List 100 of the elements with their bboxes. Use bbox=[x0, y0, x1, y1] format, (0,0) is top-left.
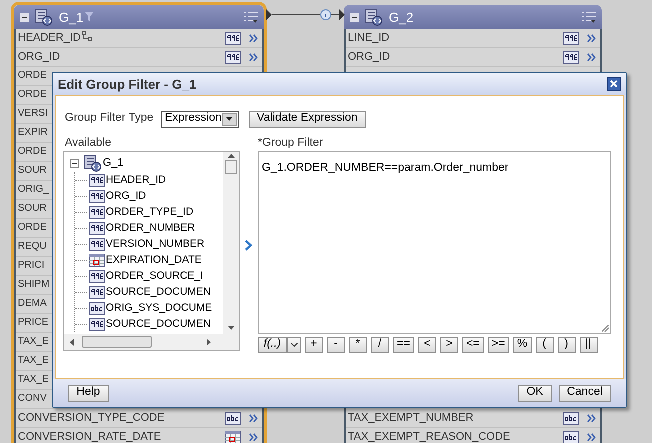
double-chevron-icon[interactable] bbox=[587, 52, 596, 62]
operator-button[interactable]: * bbox=[349, 337, 367, 353]
tree-item[interactable]: ORG_ID bbox=[106, 190, 146, 202]
scroll-left-arrow-icon[interactable] bbox=[70, 338, 74, 346]
field-name: ORIG_ bbox=[18, 185, 50, 195]
menu-icon[interactable] bbox=[244, 12, 258, 22]
field-name: DEMA bbox=[18, 299, 47, 309]
move-right-icon[interactable] bbox=[245, 240, 253, 251]
operator-button[interactable]: > bbox=[440, 337, 458, 353]
dialog-title: Edit Group Filter - G_1 bbox=[58, 78, 197, 90]
tree-item[interactable]: G_1 bbox=[103, 158, 124, 169]
operator-button[interactable]: / bbox=[371, 337, 389, 353]
function-dropdown-button[interactable] bbox=[287, 337, 301, 353]
link-connector[interactable] bbox=[266, 8, 346, 22]
field-name: CONVERSION_RATE_DATE bbox=[18, 432, 162, 442]
field-name: HEADER_ID bbox=[18, 32, 81, 44]
field-row[interactable]: ORG_ID bbox=[346, 48, 600, 67]
field-row[interactable]: LINE_ID bbox=[346, 29, 600, 48]
help-button[interactable]: Help bbox=[68, 384, 109, 402]
field-row[interactable]: ORG_ID bbox=[16, 48, 262, 67]
filter-type-label: Group Filter Type bbox=[64, 111, 155, 126]
field-name: ORDE bbox=[18, 223, 47, 233]
operator-button[interactable]: || bbox=[580, 337, 598, 353]
tree-item[interactable]: ORIG_SYS_DOCUME bbox=[106, 302, 212, 314]
horizontal-scrollbar[interactable] bbox=[64, 334, 239, 350]
data-group-icon bbox=[365, 8, 383, 26]
tree-item[interactable]: EXPIRATION_DATE bbox=[106, 254, 202, 266]
double-chevron-icon[interactable] bbox=[249, 432, 258, 442]
double-chevron-icon[interactable] bbox=[249, 414, 258, 422]
dropdown-arrow-icon bbox=[226, 117, 233, 121]
scroll-down-arrow-icon[interactable] bbox=[228, 326, 234, 330]
operator-button[interactable]: < bbox=[418, 337, 436, 353]
operator-button[interactable]: % bbox=[513, 337, 532, 353]
cancel-button[interactable]: Cancel bbox=[559, 384, 611, 402]
field-name: PRICE bbox=[18, 318, 49, 328]
operator-button[interactable]: ) bbox=[558, 337, 576, 353]
double-chevron-icon[interactable] bbox=[249, 34, 258, 42]
double-chevron-icon[interactable] bbox=[249, 52, 258, 62]
field-row[interactable]: CONVERSION_RATE_DATE bbox=[16, 428, 262, 443]
group-filter-label: *Group Filter bbox=[258, 138, 324, 150]
collapse-icon[interactable] bbox=[20, 12, 29, 22]
scrollbar-thumb[interactable] bbox=[225, 160, 237, 174]
operator-button[interactable]: + bbox=[305, 337, 323, 353]
collapse-icon[interactable] bbox=[70, 159, 79, 168]
operator-button[interactable]: ( bbox=[536, 337, 554, 353]
close-button[interactable] bbox=[607, 77, 621, 91]
scroll-right-arrow-icon[interactable] bbox=[207, 338, 211, 346]
field-name: SHIPM bbox=[18, 280, 50, 290]
tree-item[interactable]: ORDER_NUMBER bbox=[106, 222, 196, 234]
double-chevron-icon[interactable] bbox=[587, 432, 596, 442]
tree-item[interactable]: ORDER_SOURCE_I bbox=[106, 270, 204, 282]
operator-button[interactable]: == bbox=[393, 337, 414, 353]
collapse-icon[interactable] bbox=[350, 12, 359, 22]
field-name: ORDE bbox=[18, 147, 47, 157]
validate-expression-button[interactable]: Validate Expression bbox=[249, 110, 366, 128]
group-filter-textarea[interactable]: G_1.ORDER_NUMBER==param.Order_number bbox=[258, 151, 611, 334]
tree-item[interactable]: SOURCE_DOCUMEN bbox=[106, 286, 212, 298]
ok-button[interactable]: OK bbox=[518, 384, 552, 402]
field-row[interactable]: HEADER_ID bbox=[16, 29, 262, 48]
chevron-down-icon bbox=[290, 343, 298, 347]
field-name: TAX_E bbox=[18, 337, 49, 347]
field-row[interactable]: TAX_EXEMPT_REASON_CODE bbox=[346, 428, 600, 443]
group-title: G_2 bbox=[389, 10, 414, 24]
field-name: SOUR bbox=[18, 166, 47, 176]
close-icon bbox=[610, 80, 618, 88]
field-name: LINE_ID bbox=[348, 32, 390, 44]
resize-grip-icon bbox=[602, 325, 609, 332]
field-name: SOUR bbox=[18, 204, 47, 214]
tree-item[interactable]: SOURCE_DOCUMEN bbox=[106, 318, 212, 330]
scroll-up-arrow-icon[interactable] bbox=[228, 154, 234, 158]
vertical-scrollbar[interactable] bbox=[223, 152, 239, 334]
field-name: ORDE bbox=[18, 90, 47, 100]
field-name: TAX_EXEMPT_NUMBER bbox=[348, 412, 474, 424]
double-chevron-icon[interactable] bbox=[587, 414, 596, 422]
tree-item[interactable]: ORDER_TYPE_ID bbox=[106, 206, 194, 218]
filter-type-select[interactable]: Expression bbox=[161, 110, 239, 128]
field-name: PRICI bbox=[18, 261, 45, 271]
field-name: TAX_EXEMPT_REASON_CODE bbox=[348, 432, 510, 442]
field-name: CONVERSION_TYPE_CODE bbox=[18, 412, 165, 424]
operator-button[interactable]: >= bbox=[488, 337, 510, 353]
field-name: ORG_ID bbox=[18, 52, 60, 62]
field-name: ORDE bbox=[18, 71, 47, 81]
field-name: REQU bbox=[18, 242, 47, 252]
operator-button[interactable]: - bbox=[327, 337, 345, 353]
field-row[interactable]: CONVERSION_TYPE_CODE bbox=[16, 409, 262, 428]
group-title: G_1 bbox=[59, 10, 84, 24]
data-group-icon bbox=[35, 8, 53, 26]
double-chevron-icon[interactable] bbox=[587, 34, 596, 42]
tree-item[interactable]: VERSION_NUMBER bbox=[106, 238, 205, 250]
available-label: Available bbox=[64, 138, 112, 150]
operator-button[interactable]: <= bbox=[462, 337, 484, 353]
field-name: CONV bbox=[18, 394, 47, 404]
tree-item[interactable]: HEADER_ID bbox=[106, 174, 166, 186]
function-button[interactable]: f(..) bbox=[258, 337, 287, 353]
scrollbar-thumb[interactable] bbox=[82, 336, 152, 348]
field-name: TAX_E bbox=[18, 356, 49, 366]
field-row[interactable]: TAX_EXEMPT_NUMBER bbox=[346, 409, 600, 428]
field-name: EXPIR bbox=[18, 128, 48, 138]
menu-icon[interactable] bbox=[582, 12, 596, 22]
field-name: ORG_ID bbox=[348, 52, 390, 62]
